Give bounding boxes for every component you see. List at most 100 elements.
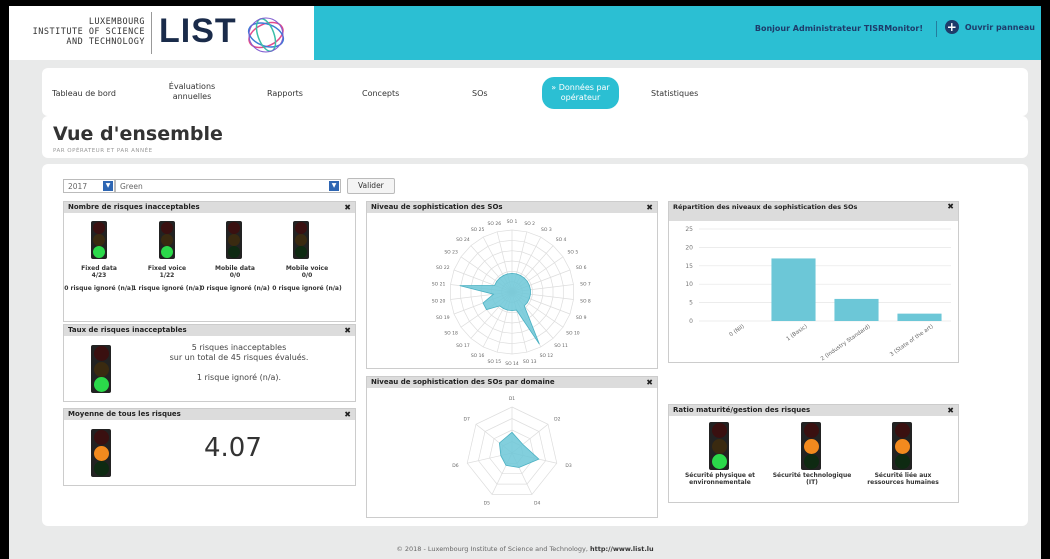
traffic-light [226,221,242,259]
x-tick-label: 2 (Industry Standard) [820,324,872,361]
item-name: Fixed voice [147,265,187,272]
amber-lamp [93,234,105,246]
amber-lamp [803,438,819,454]
year-select[interactable]: 2017 ▼ [63,179,115,193]
open-panel-button[interactable]: + Ouvrir panneau [944,20,1035,34]
operator-select[interactable]: Green ▼ [115,179,341,193]
nav-sos[interactable]: SOs [472,89,488,99]
red-lamp [161,222,173,234]
logo[interactable]: LUXEMBOURG INSTITUTE OF SCIENCE AND TECH… [9,6,314,60]
item-ignored: 0 risque ignoré (n/a) [272,285,342,292]
green-lamp [711,454,727,469]
traffic-light [293,221,309,259]
user-greeting[interactable]: Bonjour Administrateur TISRMonitor! [755,24,923,33]
axis-label: SO 13 [523,359,537,365]
close-icon[interactable]: ✖ [947,203,954,211]
red-lamp [894,423,910,438]
app-window: LUXEMBOURG INSTITUTE OF SCIENCE AND TECH… [9,6,1041,559]
logo-org-name: LUXEMBOURG INSTITUTE OF SCIENCE AND TECH… [13,17,145,47]
item-ignored: 0 risque ignoré (n/a) [64,285,134,292]
axis-label: SO 4 [556,237,567,243]
nav-reports[interactable]: Rapports [267,89,303,99]
chevron-down-icon: ▼ [103,181,113,191]
green-lamp [93,461,109,476]
axis-label: D1 [509,396,515,402]
red-lamp [93,222,105,234]
axis-label: SO 19 [436,315,450,321]
red-lamp [93,346,109,361]
data-area [498,431,540,468]
close-icon[interactable]: ✖ [947,405,954,416]
axis-label: D2 [554,417,560,423]
traffic-light [801,422,821,470]
axis-label: SO 26 [488,221,502,227]
axis-label: SO 1 [507,219,518,225]
close-icon[interactable]: ✖ [344,325,351,336]
risk-rate-text: 5 risques inacceptables sur un total de … [124,343,354,383]
page-subtitle: PAR OPÉRATEUR ET PAR ANNÉE [53,148,153,154]
bar [834,298,879,321]
close-icon[interactable]: ✖ [344,409,351,420]
panel-so-radar: Niveau de sophistication des SOs ✖ SO 1S… [366,201,658,369]
panel-header: Ratio maturité/gestion des risques ✖ [669,405,958,416]
axis-label: SO 23 [444,250,458,256]
green-lamp [894,454,910,469]
traffic-light [709,422,729,470]
amber-lamp [894,438,910,454]
axis-label: SO 14 [505,361,519,367]
red-lamp [228,222,240,234]
close-icon[interactable]: ✖ [344,202,351,213]
axis-label: SO 18 [444,330,458,336]
axis-label: SO 15 [488,359,502,365]
red-lamp [93,430,109,445]
org-line: LUXEMBOURG [88,17,145,27]
panel-title: Niveau de sophistication des SOs par dom… [371,378,555,386]
red-lamp [711,423,727,438]
so-radar-chart: SO 1 SO 2 SO 3 SO 4 SO 5 SO 6 SO 7 SO 8 SO 9 SO 1… [432,219,591,367]
green-lamp [228,246,240,258]
amber-lamp [295,234,307,246]
panel-title: Taux de risques inacceptables [68,326,187,334]
nav-concepts[interactable]: Concepts [362,89,399,99]
header-divider [936,21,937,37]
close-icon[interactable]: ✖ [646,377,653,388]
axis-label: SO 20 [432,299,446,305]
y-tick-label: 15 [685,263,693,270]
nav-annual-evaluations[interactable]: Évaluations annuelles [157,82,227,102]
item-ratio: 0/0 [229,272,241,279]
rate-line3: 1 risque ignoré (n/a). [196,373,282,382]
top-header: LUXEMBOURG INSTITUTE OF SCIENCE AND TECH… [9,6,1041,60]
risk-item: Fixed data 4/23 0 risque ignoré (n/a) [64,265,134,292]
axis-label: SO 10 [566,330,580,336]
item-name: Fixed data [81,265,117,272]
axis-label: SO 24 [456,237,470,243]
axis-label: SO 22 [436,265,450,271]
panel-title: Ratio maturité/gestion des risques [673,406,811,414]
maturity-label: Sécurité technologique (IT) [772,472,852,486]
axis-label: SO 25 [471,227,485,233]
globe-icon [247,17,285,53]
axis-label: D6 [452,463,458,469]
bar-chart: 0 5 10 15 20 25 0 (Nil) 1 (Basic) 2 (Industry St… [685,226,951,361]
close-icon[interactable]: ✖ [646,202,653,213]
panel-title: Nombre de risques inacceptables [68,203,200,211]
nav-operator-data[interactable]: » Données par opérateur [542,77,619,109]
x-tick-label: 3 (State of the art) [889,324,935,358]
axis-label: SO 9 [576,315,587,321]
panel-maturity: Ratio maturité/gestion des risques ✖ Séc… [668,404,959,503]
nav-statistics[interactable]: Statistiques [651,89,698,99]
item-name: Mobile data [215,265,255,272]
axis-label: SO 6 [576,265,587,271]
panel-title: Répartition des niveaux de sophisticatio… [673,203,858,211]
axis-label: D5 [484,501,490,507]
footer-link[interactable]: http://www.list.lu [590,545,654,553]
green-lamp [93,377,109,392]
validate-button[interactable]: Valider [347,178,395,194]
maturity-label: Sécurité physique et environnementale [684,472,756,486]
bar [771,258,816,321]
nav-dashboard[interactable]: Tableau de bord [52,89,116,99]
filter-bar: 2017 ▼ Green ▼ Valider [63,178,395,194]
year-value: 2017 [68,181,88,191]
axis-label: SO 5 [568,250,579,256]
item-name: Mobile voice [285,265,329,272]
